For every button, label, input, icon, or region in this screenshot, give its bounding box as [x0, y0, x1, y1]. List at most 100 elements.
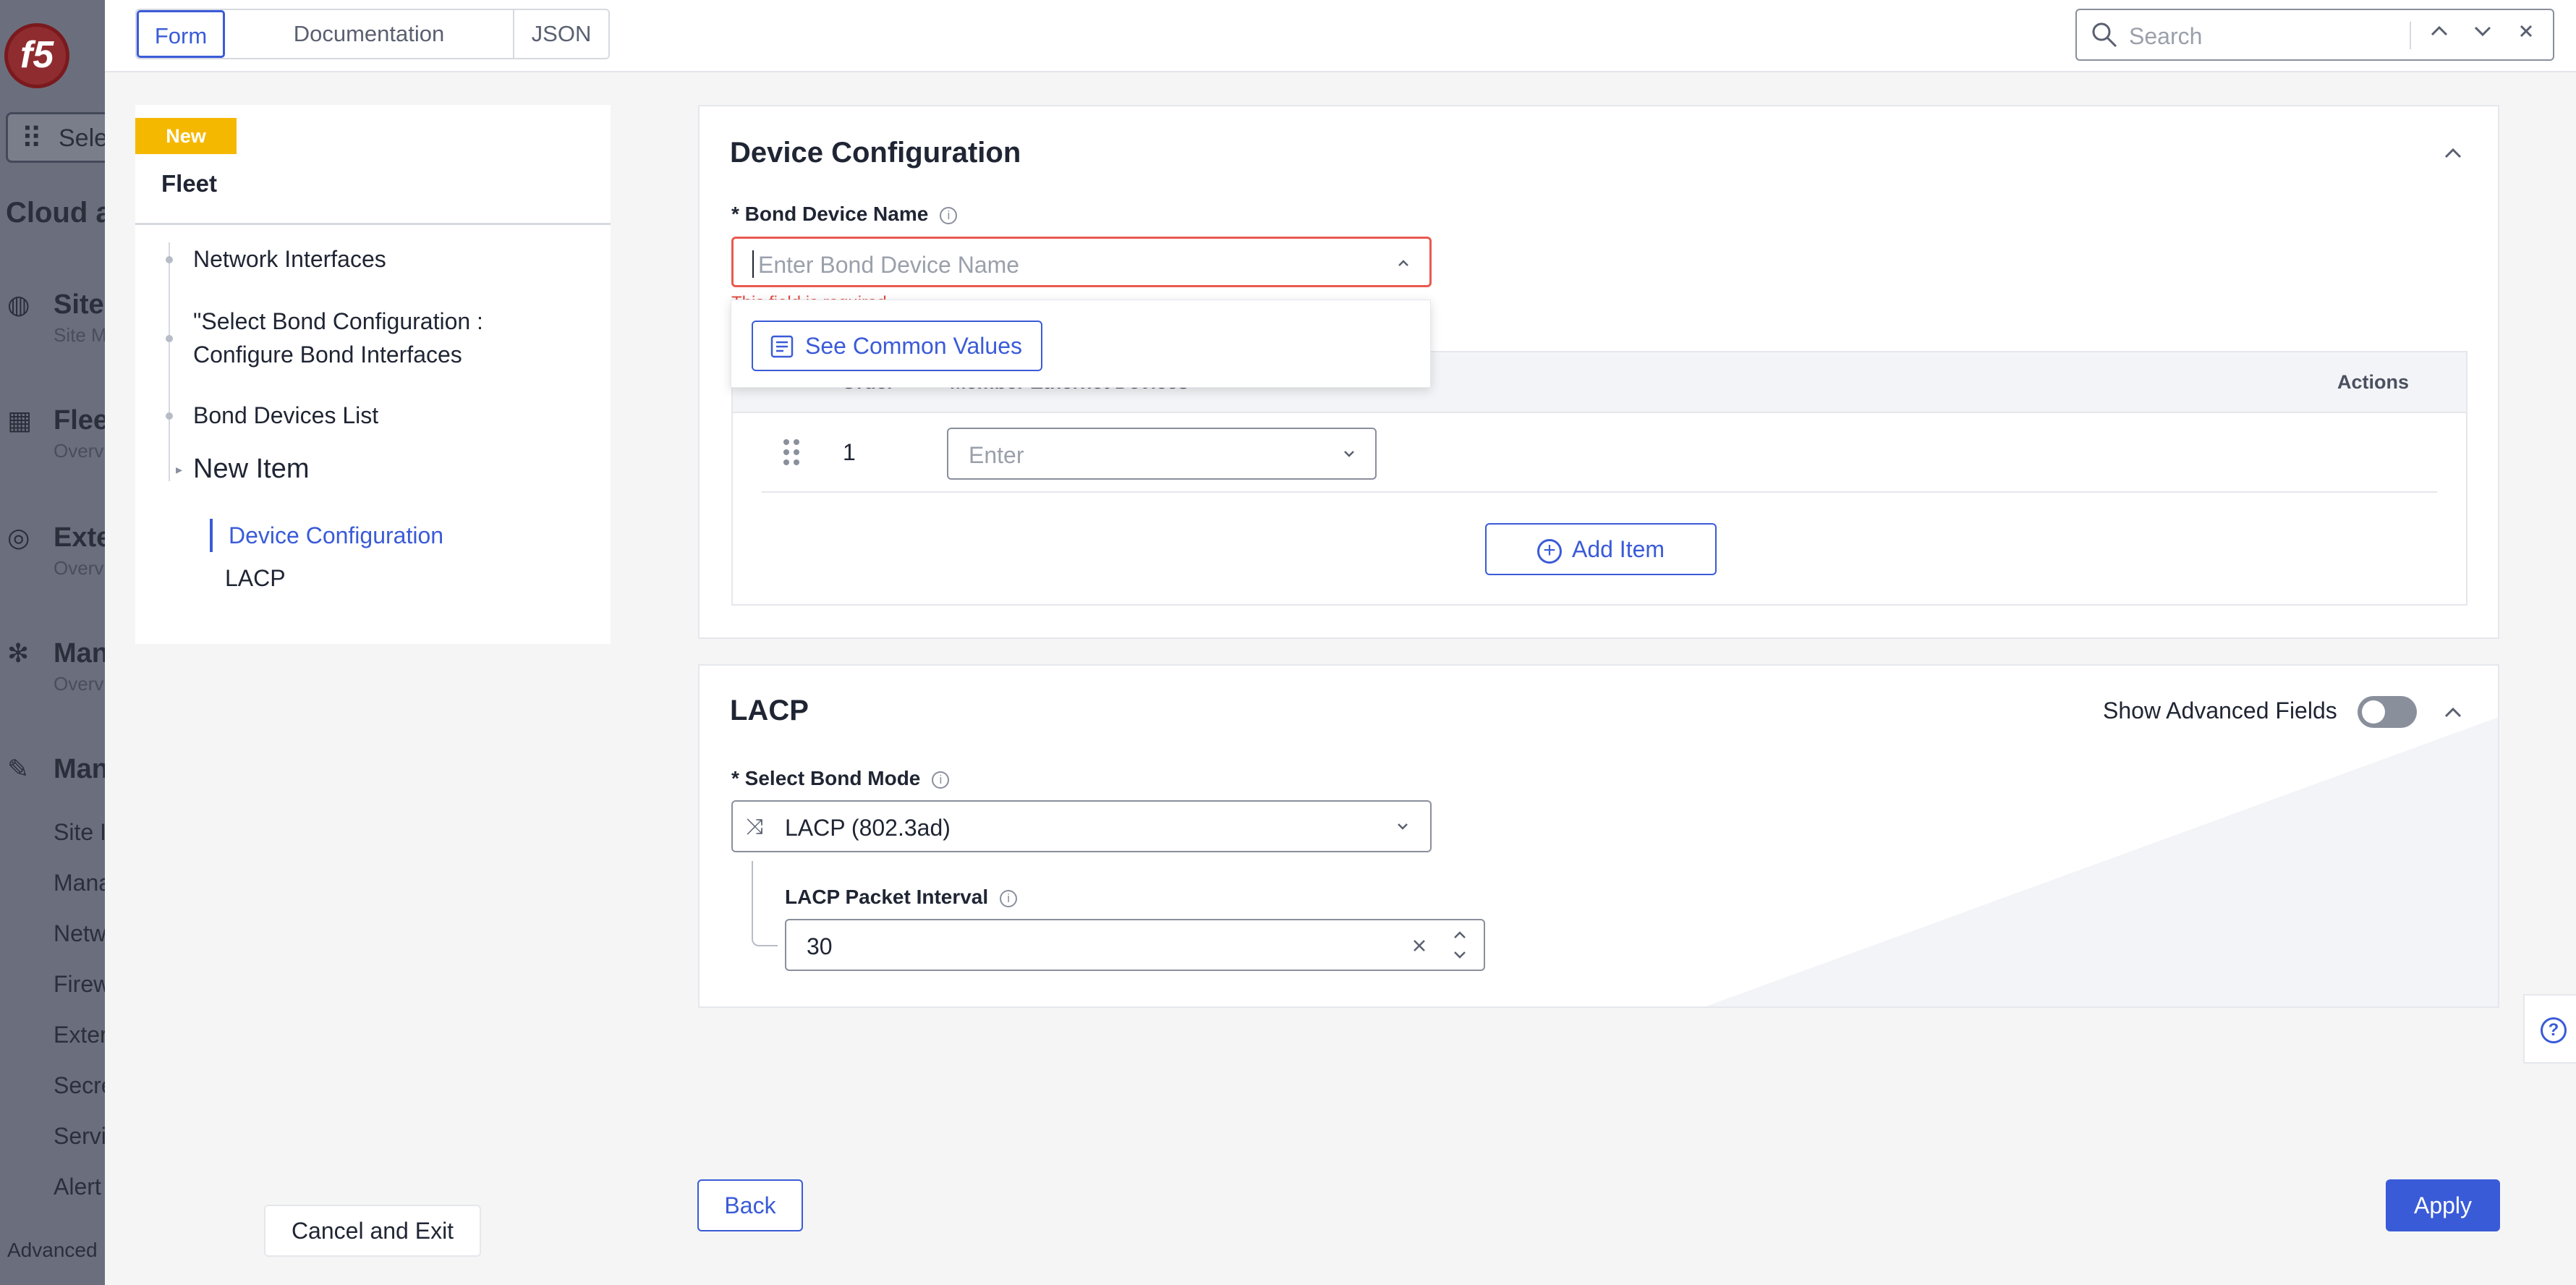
packet-interval-label: LACP Packet Interval i: [785, 886, 1018, 909]
tab-json[interactable]: JSON: [514, 10, 608, 58]
chevron-up-icon[interactable]: [2428, 20, 2450, 42]
left-navigation: f5 ⠿ Sele Cloud a ◍ Sites Site M ▦ Flee …: [0, 0, 105, 1285]
nav-subitem[interactable]: Secre: [54, 1072, 105, 1099]
outline-heading: Fleet: [161, 170, 218, 197]
nav-subitem[interactable]: Servi: [54, 1123, 105, 1150]
nav-subitem[interactable]: Exter: [54, 1022, 105, 1048]
chevron-up-icon[interactable]: [1393, 253, 1414, 273]
text-caret: [752, 250, 754, 278]
nav-subitem[interactable]: Netw: [54, 920, 105, 947]
info-icon[interactable]: i: [940, 206, 958, 224]
decrement-icon[interactable]: [1450, 946, 1469, 964]
chevron-up-icon[interactable]: [2441, 700, 2465, 724]
new-badge: New: [135, 118, 237, 154]
section-title: LACP: [730, 695, 809, 726]
outline-line: [169, 242, 170, 481]
nav-item-label: Man: [54, 754, 105, 784]
workspace-select-button[interactable]: ⠿ Sele: [6, 112, 105, 163]
clear-icon[interactable]: [1410, 936, 1429, 955]
close-icon[interactable]: [2515, 20, 2537, 42]
outline-bullet: [166, 412, 173, 420]
gear-icon: ✻: [7, 638, 30, 668]
grid-icon: ⠿: [21, 123, 43, 155]
toggle-knob: [2362, 700, 2385, 724]
top-bar: Form Documentation JSON Search: [105, 0, 2576, 72]
member-device-select[interactable]: Enter: [947, 428, 1377, 480]
nav-item-sub: Overv: [54, 673, 104, 695]
info-icon[interactable]: i: [1000, 889, 1018, 907]
fleet-icon: ▦: [7, 405, 33, 435]
chevron-down-icon: [1398, 823, 1408, 830]
chevron-up-icon[interactable]: [2441, 141, 2465, 164]
cancel-and-exit-button[interactable]: Cancel and Exit: [264, 1205, 481, 1257]
member-devices-table: Order Member Ethernet Devices Actions 1 …: [731, 351, 2467, 606]
nav-item-sub: Site M: [54, 324, 105, 346]
caret-right-icon: ▸: [176, 462, 183, 477]
wrench-icon: ✎: [7, 754, 30, 784]
nav-item-label: Flee: [54, 405, 105, 436]
outline-item-bond-configuration[interactable]: "Select Bond Configuration : Configure B…: [193, 305, 569, 371]
form-outline: New Fleet Network Interfaces "Select Bon…: [135, 105, 611, 644]
shuffle-icon: ⤨: [746, 815, 763, 839]
show-advanced-fields-label: Show Advanced Fields: [2103, 697, 2337, 724]
bond-mode-select[interactable]: ⤨ LACP (802.3ad): [731, 800, 1432, 852]
tab-documentation[interactable]: Documentation: [225, 10, 514, 58]
add-item-button[interactable]: + Add Item: [1485, 523, 1717, 575]
back-button[interactable]: Back: [697, 1179, 803, 1231]
bond-device-name-input[interactable]: Enter Bond Device Name: [731, 237, 1432, 287]
show-advanced-fields-toggle[interactable]: [2358, 696, 2417, 728]
info-icon[interactable]: i: [932, 771, 950, 789]
advanced-link[interactable]: Advanced: [7, 1239, 98, 1262]
bond-mode-label-text: * Select Bond Mode: [731, 767, 921, 789]
nav-item-sub: Overv: [54, 440, 104, 462]
section-title: Device Configuration: [730, 137, 1021, 169]
table-row: 1 Enter: [762, 413, 2437, 493]
nav-subitem[interactable]: Mana: [54, 870, 105, 896]
nav-title: Cloud a: [6, 197, 105, 229]
common-values-dropdown: See Common Values: [731, 300, 1431, 388]
search-box[interactable]: Search: [2075, 9, 2554, 61]
increment-icon[interactable]: [1450, 926, 1469, 943]
nav-item-label: Exte: [54, 522, 105, 553]
workspace-select-label: Sele: [59, 124, 105, 152]
member-device-placeholder: Enter: [969, 442, 1024, 468]
chevron-down-icon: [1344, 451, 1354, 457]
column-header-actions: Actions: [2337, 371, 2410, 393]
drag-handle-icon[interactable]: [782, 438, 801, 467]
plus-circle-icon: +: [1536, 538, 1562, 564]
bond-device-name-placeholder: Enter Bond Device Name: [758, 252, 1020, 278]
see-common-values-label: See Common Values: [805, 333, 1022, 359]
outline-item-bond-devices-list[interactable]: Bond Devices List: [193, 399, 378, 432]
external-icon: ◎: [7, 522, 30, 552]
nav-item-sub: Overv: [54, 557, 104, 579]
nav-subitem[interactable]: Site I: [54, 819, 105, 846]
nav-item-label: Sites: [54, 289, 105, 320]
outline-bullet: [166, 256, 173, 263]
view-tabs: Form Documentation JSON: [135, 9, 610, 59]
help-widget[interactable]: ?: [2523, 994, 2576, 1064]
f5-logo[interactable]: f5: [4, 23, 69, 88]
background-decoration: [1705, 717, 2498, 1006]
chevron-down-icon[interactable]: [2472, 20, 2494, 42]
outline-item-network-interfaces[interactable]: Network Interfaces: [193, 242, 386, 276]
tab-form[interactable]: Form: [137, 10, 225, 58]
nav-subitem[interactable]: Firew: [54, 971, 105, 998]
see-common-values-button[interactable]: See Common Values: [752, 321, 1042, 371]
packet-interval-value: 30: [807, 933, 833, 959]
nav-subitem[interactable]: Alert: [54, 1174, 101, 1200]
nav-item-label: Man: [54, 638, 105, 669]
bond-device-name-label: * Bond Device Name i: [731, 203, 958, 226]
search-icon: [2092, 22, 2117, 48]
outline-item-new-item[interactable]: New Item: [193, 452, 309, 485]
bond-mode-label: * Select Bond Mode i: [731, 767, 950, 790]
bond-device-name-label-text: * Bond Device Name: [731, 203, 929, 225]
packet-interval-input[interactable]: 30: [785, 919, 1485, 971]
divider: [135, 223, 611, 225]
apply-button[interactable]: Apply: [2386, 1179, 2500, 1231]
outline-subitem-lacp[interactable]: LACP: [225, 565, 286, 592]
help-icon: ?: [2541, 1017, 2567, 1043]
outline-subitem-device-configuration[interactable]: Device Configuration: [210, 519, 443, 552]
search-input[interactable]: Search: [2129, 23, 2202, 50]
add-item-label: Add Item: [1571, 536, 1665, 562]
list-icon: [770, 335, 794, 358]
